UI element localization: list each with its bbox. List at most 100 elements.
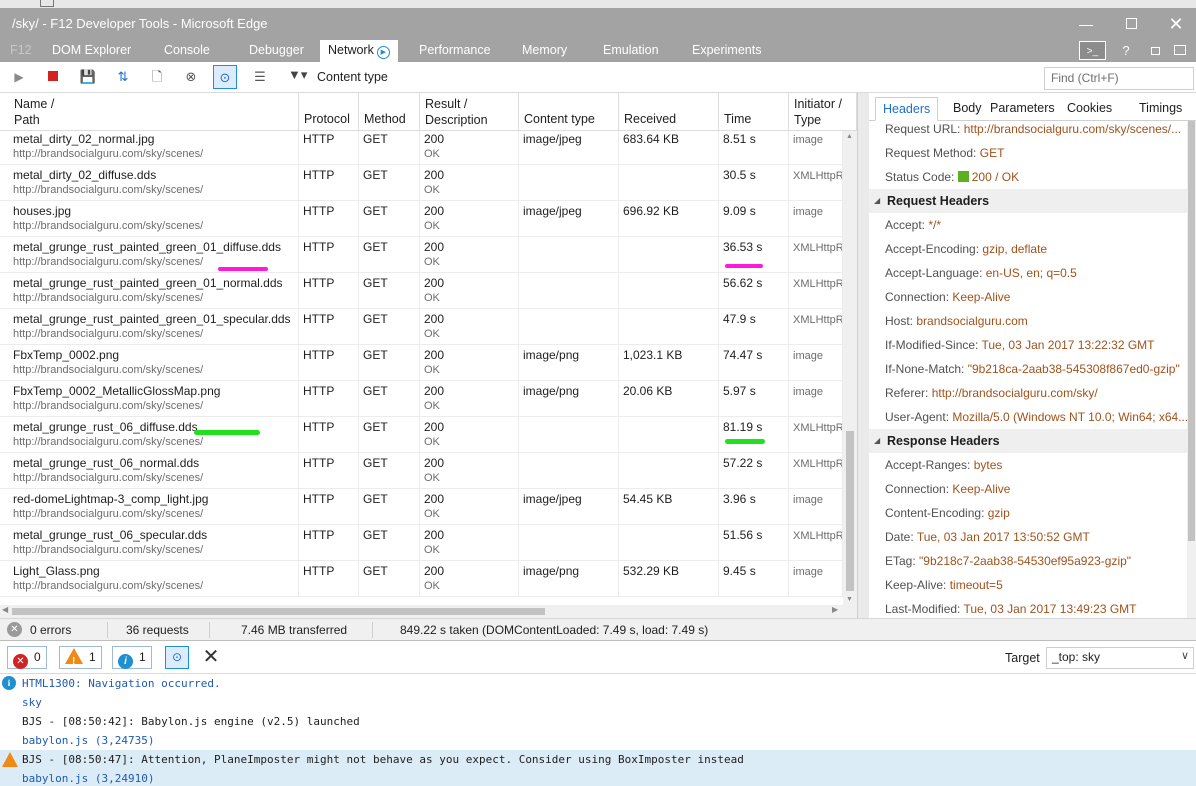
method-cell: GET: [359, 237, 420, 273]
clear-cache-icon: 🗋: [151, 69, 163, 84]
console-source-link[interactable]: sky: [22, 693, 42, 712]
scroll-left-icon[interactable]: ◀: [2, 605, 8, 614]
scroll-down-icon[interactable]: ▼: [846, 596, 853, 603]
column-protocol[interactable]: Protocol: [299, 93, 359, 131]
grid-horizontal-scrollbar[interactable]: ◀ ▶: [0, 605, 857, 618]
tab-timings[interactable]: Timings: [1132, 97, 1189, 121]
details-scrollbar[interactable]: [1187, 121, 1196, 618]
find-input[interactable]: Find (Ctrl+F): [1044, 67, 1194, 90]
console-line[interactable]: babylon.js (3,24735): [0, 731, 1196, 750]
scroll-right-icon[interactable]: ▶: [832, 605, 838, 614]
tab-memory[interactable]: Memory: [514, 40, 575, 62]
column-result[interactable]: Result / Description: [420, 93, 519, 131]
always-refresh-button[interactable]: ⇅: [111, 65, 135, 89]
response-headers-section[interactable]: ◢ Response Headers: [869, 429, 1187, 453]
scroll-thumb[interactable]: [846, 431, 854, 591]
table-row[interactable]: Light_Glass.png http://brandsocialguru.co…: [0, 561, 843, 597]
column-initiator[interactable]: Initiator / Type: [789, 93, 857, 131]
console-message: BJS - [08:50:47]: Attention, PlaneImpost…: [22, 753, 744, 766]
tab-emulation[interactable]: Emulation: [595, 40, 667, 62]
background-window-icon: [40, 0, 54, 7]
tab-headers[interactable]: Headers: [875, 97, 939, 121]
tab-parameters[interactable]: Parameters: [983, 97, 1062, 121]
clear-cache-button[interactable]: 🗋: [145, 65, 169, 89]
export-har-button[interactable]: 💾: [76, 65, 100, 89]
tab-experiments[interactable]: Experiments: [684, 40, 769, 62]
column-time[interactable]: Time: [719, 93, 789, 131]
header-key: Connection:: [885, 290, 953, 304]
messages-filter-button[interactable]: i1: [112, 646, 152, 669]
tab-performance[interactable]: Performance: [411, 40, 499, 62]
table-row[interactable]: houses.jpg http://brandsocialguru.com/sky…: [0, 201, 843, 237]
undock-icon[interactable]: [1147, 41, 1163, 60]
received-cell: [619, 417, 719, 453]
help-icon[interactable]: ?: [1120, 41, 1132, 60]
request-headers-section[interactable]: ◢ Request Headers: [869, 189, 1187, 213]
tab-dom-explorer[interactable]: DOM Explorer: [44, 40, 139, 62]
clear-console-button[interactable]: ✕: [200, 646, 222, 669]
stop-profiling-button[interactable]: [41, 65, 65, 89]
tab-cookies[interactable]: Cookies: [1060, 97, 1119, 121]
target-select[interactable]: _top: sky ∨: [1046, 647, 1194, 669]
column-content-type[interactable]: Content type: [519, 93, 619, 131]
close-button[interactable]: ✕: [1166, 14, 1186, 34]
errors-count: 0: [34, 650, 41, 664]
console-line[interactable]: sky: [0, 693, 1196, 712]
content-type-cell: [519, 453, 619, 489]
scroll-up-icon[interactable]: ▲: [846, 133, 853, 140]
minimize-button[interactable]: —: [1076, 14, 1096, 34]
grid-vertical-scrollbar[interactable]: ▲ ▼: [843, 131, 857, 605]
maximize-button[interactable]: [1121, 14, 1141, 34]
protocol-cell: HTTP: [299, 381, 359, 417]
request-name-cell: metal_grunge_rust_06_diffuse.dds http://b…: [9, 417, 299, 453]
header-line: Referer: http://brandsocialguru.com/sky/: [885, 381, 1187, 405]
column-initiator-label: Initiator /: [794, 97, 842, 111]
time-cell: 57.22 s: [719, 453, 789, 489]
clear-cookies-button[interactable]: ⊗: [179, 65, 203, 89]
pin-icon[interactable]: [1172, 41, 1188, 60]
pane-splitter[interactable]: [857, 93, 869, 618]
clear-errors-icon[interactable]: ✕: [7, 622, 22, 637]
tab-console[interactable]: Console: [156, 40, 218, 62]
tab-debugger[interactable]: Debugger: [241, 40, 312, 62]
table-row[interactable]: FbxTemp_0002_MetallicGlossMap.png http://…: [0, 381, 843, 417]
console-source-link[interactable]: babylon.js (3,24735): [22, 731, 154, 750]
header-value: http://brandsocialguru.com/sky/: [931, 386, 1098, 400]
clear-on-navigate-button[interactable]: ⊙: [213, 65, 237, 89]
table-row[interactable]: metal_grunge_rust_06_diffuse.dds http://b…: [0, 417, 843, 453]
content-type-filter[interactable]: Content type: [317, 70, 388, 84]
console-line[interactable]: babylon.js (3,24910): [0, 769, 1196, 786]
error-count: 0 errors: [30, 623, 72, 637]
initiator-value: XMLHttpR: [793, 242, 843, 254]
column-received[interactable]: Received: [619, 93, 719, 131]
header-line: ETag: "9b218c7-2aab38-54530ef95a923-gzip…: [885, 549, 1187, 573]
errors-filter-button[interactable]: ✕ 0: [7, 646, 47, 669]
request-name: metal_grunge_rust_06_normal.dds: [13, 456, 200, 470]
protocol-cell: HTTP: [299, 165, 359, 201]
table-row[interactable]: red-domeLightmap-3_comp_light.jpg http://…: [0, 489, 843, 525]
tab-network[interactable]: Network ▶: [320, 40, 398, 62]
pink-highlight-mark: [725, 264, 763, 268]
column-name-path[interactable]: Name / Path: [9, 93, 299, 131]
table-row[interactable]: FbxTemp_0002.png http://brandsocialguru.c…: [0, 345, 843, 381]
table-row[interactable]: metal_grunge_rust_06_normal.dds http://br…: [0, 453, 843, 489]
warnings-count: 1: [89, 650, 96, 664]
table-row[interactable]: metal_grunge_rust_06_specular.dds http://…: [0, 525, 843, 561]
table-row[interactable]: metal_dirty_02_normal.jpg http://brandsoc…: [0, 131, 843, 165]
clear-session-button[interactable]: ☰: [248, 65, 272, 89]
start-profiling-button[interactable]: ▶: [7, 65, 31, 89]
table-row[interactable]: metal_dirty_02_diffuse.dds http://brandso…: [0, 165, 843, 201]
details-scroll-thumb[interactable]: [1188, 121, 1195, 541]
content-type-cell: image/png: [519, 561, 619, 597]
table-row[interactable]: metal_grunge_rust_painted_green_01_specu…: [0, 309, 843, 345]
warnings-filter-button[interactable]: ! 1: [59, 646, 102, 669]
clear-on-navigate-console-button[interactable]: ⊙: [165, 646, 189, 669]
table-row[interactable]: metal_grunge_rust_painted_green_01_diffu…: [0, 237, 843, 273]
column-method[interactable]: Method: [359, 93, 420, 131]
table-row[interactable]: metal_grunge_rust_painted_green_01_norma…: [0, 273, 843, 309]
hscroll-thumb[interactable]: [12, 608, 545, 615]
status-code: 200: [424, 312, 445, 326]
filter-icon[interactable]: ▼▾: [288, 67, 307, 83]
console-source-link[interactable]: babylon.js (3,24910): [22, 769, 154, 786]
console-toggle-icon[interactable]: >_: [1079, 41, 1106, 60]
